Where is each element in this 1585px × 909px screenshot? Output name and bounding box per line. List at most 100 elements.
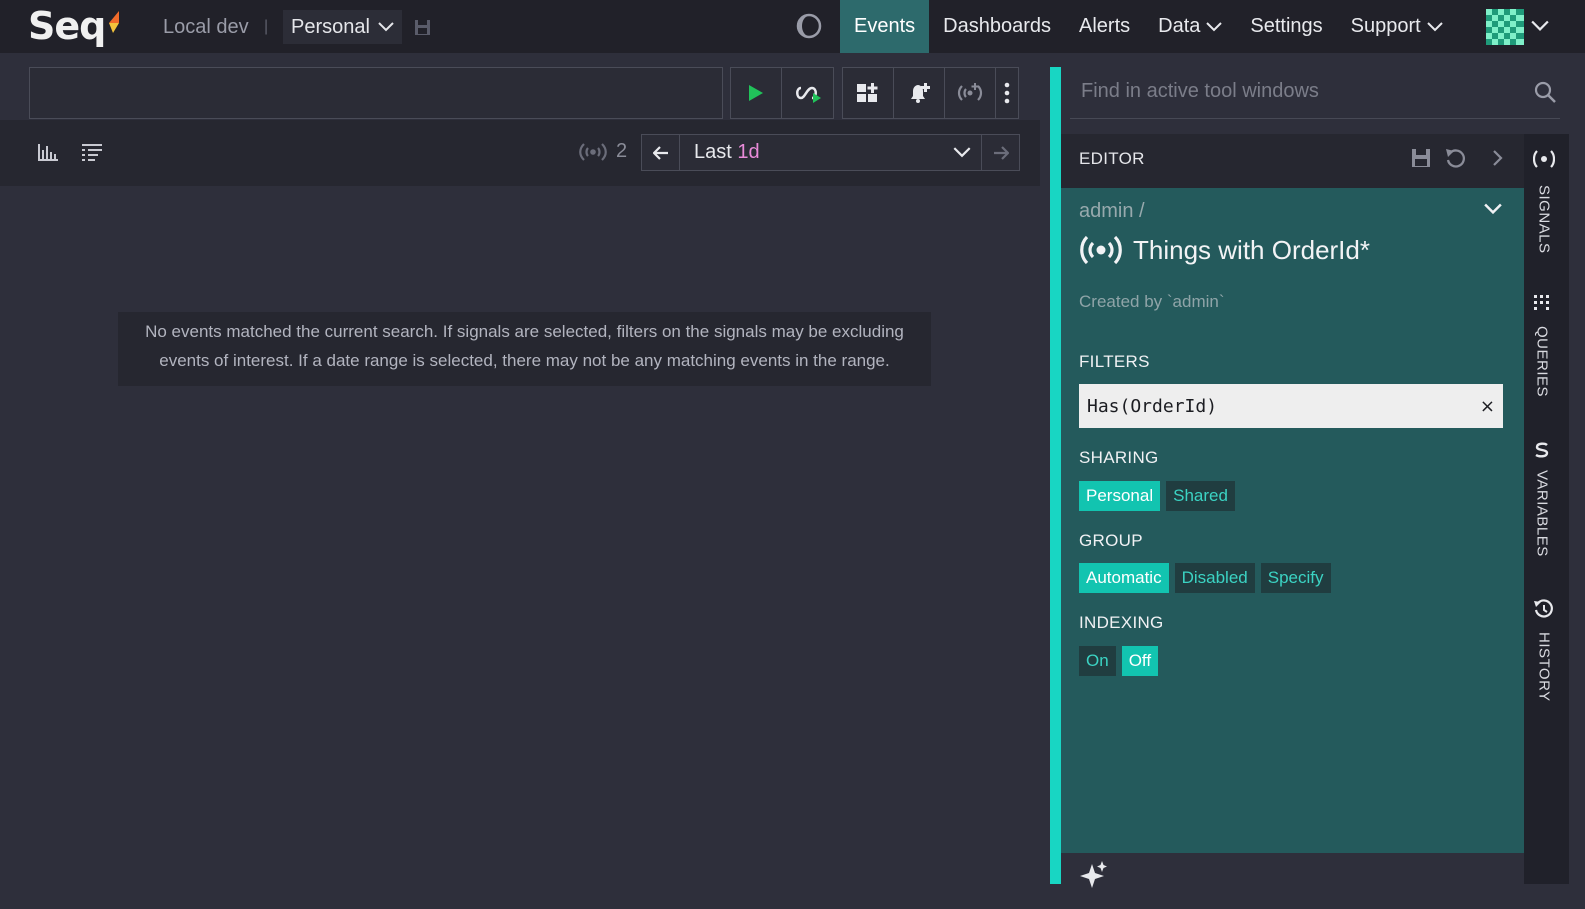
tab-queries-label: QUERIES bbox=[1533, 326, 1551, 398]
add-alert-icon bbox=[911, 83, 930, 103]
created-by: Created by `admin` bbox=[1079, 292, 1225, 311]
instance-name: Local dev bbox=[163, 16, 249, 38]
indexing-label: INDEXING bbox=[1079, 613, 1164, 632]
sharing-shared-button[interactable]: Shared bbox=[1166, 481, 1235, 511]
save-icon[interactable] bbox=[1410, 147, 1432, 169]
workspace-selector[interactable]: Personal bbox=[283, 10, 402, 44]
add-alert-button[interactable] bbox=[894, 68, 945, 118]
filters-label: FILTERS bbox=[1079, 352, 1150, 371]
sparkle-icon[interactable] bbox=[1080, 860, 1108, 890]
live-tail-button[interactable] bbox=[782, 68, 833, 118]
group-options: Automatic Disabled Specify bbox=[1079, 563, 1331, 593]
signal-icon bbox=[579, 142, 607, 161]
group-automatic-button[interactable]: Automatic bbox=[1079, 563, 1169, 593]
signal-count-value: 2 bbox=[616, 140, 628, 162]
chevron-down-icon bbox=[953, 147, 971, 158]
add-to-dashboard-button[interactable] bbox=[843, 68, 894, 118]
run-query-button[interactable] bbox=[731, 68, 782, 118]
add-signal-icon bbox=[957, 83, 983, 101]
actions-group bbox=[842, 67, 1019, 119]
range-next-button[interactable] bbox=[981, 135, 1019, 170]
signal-title-text: Things with OrderId* bbox=[1133, 234, 1370, 265]
indexing-off-button[interactable]: Off bbox=[1121, 646, 1159, 676]
signal-icon bbox=[1533, 150, 1555, 168]
range-label: Last 1d bbox=[694, 141, 760, 164]
tab-queries[interactable]: QUERIES bbox=[1533, 294, 1551, 397]
main-nav: Events Dashboards Alerts Data Settings S… bbox=[840, 0, 1457, 53]
indexing-on-button[interactable]: On bbox=[1079, 646, 1116, 676]
more-actions-button[interactable] bbox=[996, 68, 1018, 118]
range-value: 1d bbox=[737, 141, 760, 163]
play-icon bbox=[749, 85, 763, 101]
group-disabled-button[interactable]: Disabled bbox=[1174, 563, 1255, 593]
search-icon[interactable] bbox=[1533, 80, 1557, 104]
sharing-options: Personal Shared bbox=[1079, 481, 1235, 511]
seq-logo-mark-icon bbox=[109, 11, 119, 33]
run-group bbox=[730, 67, 834, 119]
range-prefix: Last bbox=[694, 141, 732, 163]
active-signals-count[interactable]: 2 bbox=[578, 140, 627, 163]
range-dropdown[interactable]: Last 1d bbox=[680, 135, 981, 170]
group-label: GROUP bbox=[1079, 531, 1143, 550]
close-icon[interactable]: × bbox=[1480, 396, 1495, 417]
nav-dashboards[interactable]: Dashboards bbox=[929, 0, 1065, 53]
history-icon bbox=[1534, 599, 1553, 618]
tab-history[interactable]: HISTORY bbox=[1533, 598, 1555, 702]
signal-icon bbox=[1080, 235, 1122, 265]
nav-alerts[interactable]: Alerts bbox=[1065, 0, 1144, 53]
editor-title: EDITOR bbox=[1079, 149, 1145, 168]
workspace-label: Personal bbox=[291, 15, 370, 38]
indexing-options: On Off bbox=[1079, 646, 1159, 676]
undo-icon[interactable] bbox=[1444, 147, 1466, 169]
chevron-down-icon[interactable] bbox=[1484, 203, 1502, 215]
filter-expression[interactable]: Has(OrderId) × bbox=[1079, 384, 1503, 428]
theme-toggle-icon[interactable] bbox=[795, 12, 823, 40]
tab-signals-label: SIGNALS bbox=[1535, 185, 1553, 254]
tab-variables-label: VARIABLES bbox=[1533, 470, 1551, 557]
nav-settings[interactable]: Settings bbox=[1236, 0, 1336, 53]
bar-chart-icon[interactable] bbox=[36, 140, 60, 164]
search-input[interactable] bbox=[29, 67, 723, 119]
date-range-selector: Last 1d bbox=[641, 134, 1020, 171]
tab-signals[interactable]: SIGNALS bbox=[1533, 145, 1555, 254]
nav-data-label: Data bbox=[1158, 15, 1201, 37]
grid-icon bbox=[1534, 295, 1549, 310]
chevron-down-icon[interactable] bbox=[1531, 20, 1549, 32]
add-to-dashboard-icon bbox=[857, 83, 878, 102]
nav-alerts-label: Alerts bbox=[1079, 15, 1131, 37]
user-avatar[interactable] bbox=[1486, 9, 1524, 45]
arrow-left-icon bbox=[652, 145, 668, 160]
header-separator: | bbox=[264, 18, 269, 35]
signal-title: Things with OrderId* bbox=[1079, 234, 1370, 266]
nav-data[interactable]: Data bbox=[1144, 0, 1236, 53]
seq-logo[interactable]: Seq bbox=[28, 4, 106, 48]
breadcrumb: admin / bbox=[1079, 200, 1145, 222]
range-prev-button[interactable] bbox=[642, 135, 680, 170]
no-events-message: No events matched the current search. If… bbox=[118, 312, 931, 386]
nav-dashboards-label: Dashboards bbox=[943, 15, 1051, 37]
save-workspace-icon[interactable] bbox=[414, 19, 431, 36]
nav-settings-label: Settings bbox=[1250, 15, 1323, 37]
list-view-icon[interactable] bbox=[80, 140, 104, 164]
sharing-personal-button[interactable]: Personal bbox=[1079, 481, 1161, 511]
add-signal-button[interactable] bbox=[945, 68, 996, 118]
tab-history-label: HISTORY bbox=[1535, 632, 1553, 702]
filter-value: Has(OrderId) bbox=[1087, 395, 1218, 417]
arrow-right-icon bbox=[993, 145, 1009, 160]
more-vertical-icon bbox=[1004, 82, 1010, 104]
chevron-down-icon bbox=[1206, 21, 1223, 31]
nav-support[interactable]: Support bbox=[1337, 0, 1457, 53]
chevron-down-icon bbox=[378, 22, 394, 32]
chevron-down-icon bbox=[1426, 21, 1443, 31]
tab-variables[interactable]: VARIABLES bbox=[1533, 442, 1551, 557]
find-placeholder: Find in active tool windows bbox=[1081, 80, 1319, 102]
live-tail-icon bbox=[795, 86, 821, 103]
group-specify-button[interactable]: Specify bbox=[1260, 563, 1331, 593]
nav-events[interactable]: Events bbox=[840, 0, 930, 53]
chevron-right-icon[interactable] bbox=[1486, 147, 1508, 169]
panel-accent-bar bbox=[1050, 67, 1061, 884]
sharing-label: SHARING bbox=[1079, 448, 1159, 467]
dollar-icon bbox=[1535, 442, 1549, 458]
signal-editor bbox=[1061, 188, 1524, 853]
nav-support-label: Support bbox=[1350, 15, 1421, 37]
